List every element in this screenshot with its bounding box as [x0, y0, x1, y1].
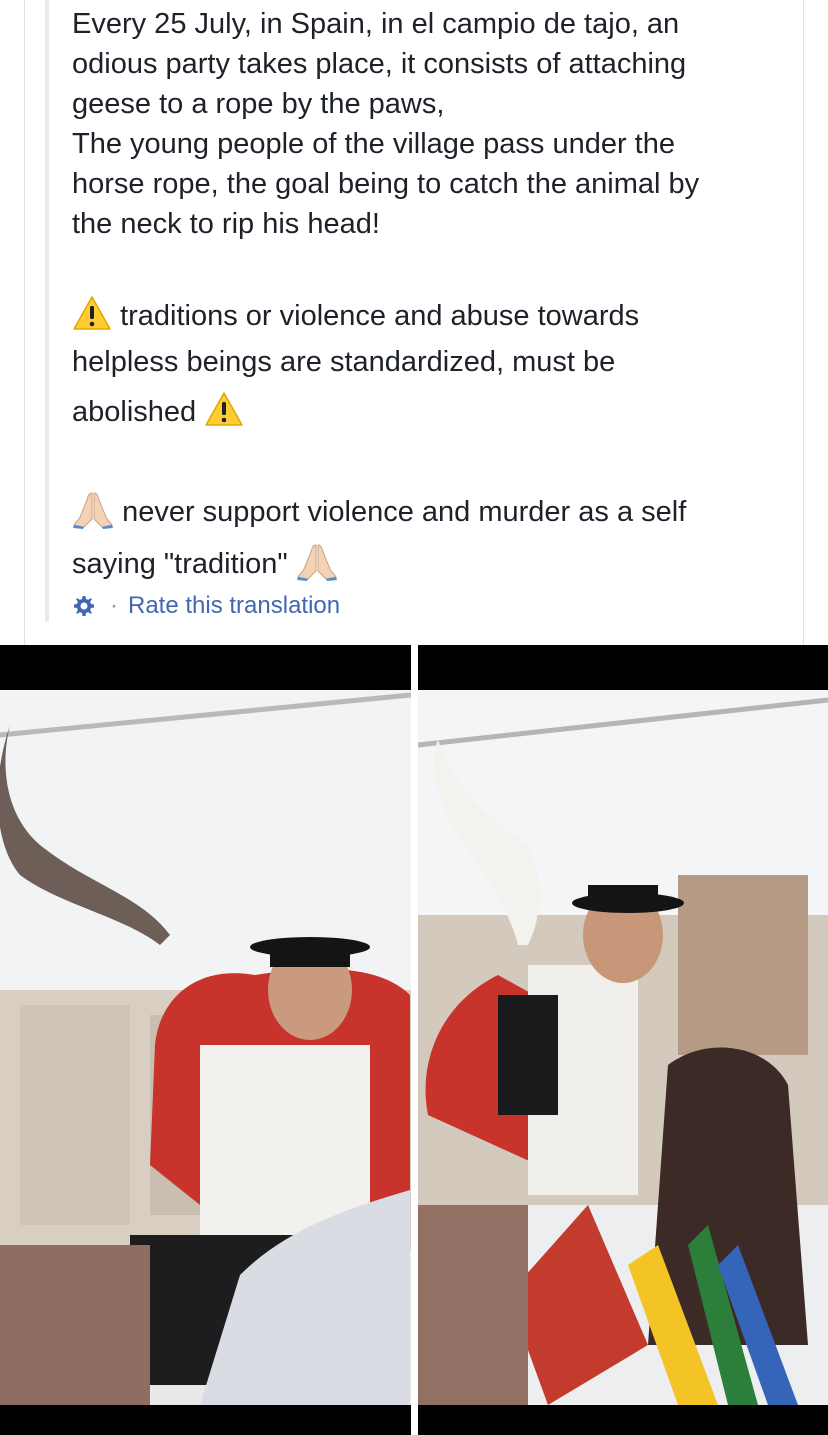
- translation-row: · Rate this translation: [72, 590, 340, 622]
- paragraph-3: never support violence and murder as a s…: [72, 486, 792, 590]
- post-line: odious party takes place, it consists of…: [72, 48, 687, 80]
- post-line: the neck to rip his head!: [72, 208, 380, 240]
- post-line-text: saying "tradition": [72, 548, 288, 580]
- quote-bar: [45, 0, 49, 622]
- post-line: The young people of the village pass und…: [72, 128, 675, 160]
- post-line: Every 25 July, in Spain, in el campio de…: [72, 8, 680, 40]
- post-line: horse rope, the goal being to catch the …: [72, 168, 700, 200]
- post-line-text: traditions or violence and abuse towards: [120, 300, 640, 332]
- photo-right[interactable]: [418, 645, 828, 1435]
- warning-icon: [73, 296, 111, 330]
- photo-right-image: [418, 645, 828, 1435]
- post-line: helpless beings are standardized, must b…: [72, 346, 616, 378]
- gear-icon[interactable]: [72, 594, 96, 618]
- paragraph-2: traditions or violence and abuse towards…: [72, 294, 792, 434]
- post-line: geese to a rope by the paws,: [72, 88, 445, 120]
- post-line-text: abolished: [72, 396, 197, 428]
- post-line: traditions or violence and abuse towards: [72, 294, 792, 338]
- photo-left-image: [0, 645, 411, 1435]
- post-text: Every 25 July, in Spain, in el campio de…: [72, 4, 792, 590]
- warning-icon: [205, 392, 243, 426]
- post-line: abolished: [72, 390, 792, 434]
- separator-dot: ·: [110, 592, 118, 619]
- photo-left[interactable]: [0, 645, 411, 1435]
- post-line-text: never support violence and murder as a s…: [122, 496, 687, 528]
- photo-collage: [0, 645, 828, 1435]
- rate-translation-link[interactable]: Rate this translation: [128, 592, 340, 620]
- post-line: saying "tradition": [72, 538, 792, 590]
- paragraph-1: Every 25 July, in Spain, in el campio de…: [72, 4, 792, 244]
- post-line: never support violence and murder as a s…: [72, 486, 792, 538]
- folded-hands-icon: [73, 492, 113, 529]
- folded-hands-icon: [296, 544, 337, 581]
